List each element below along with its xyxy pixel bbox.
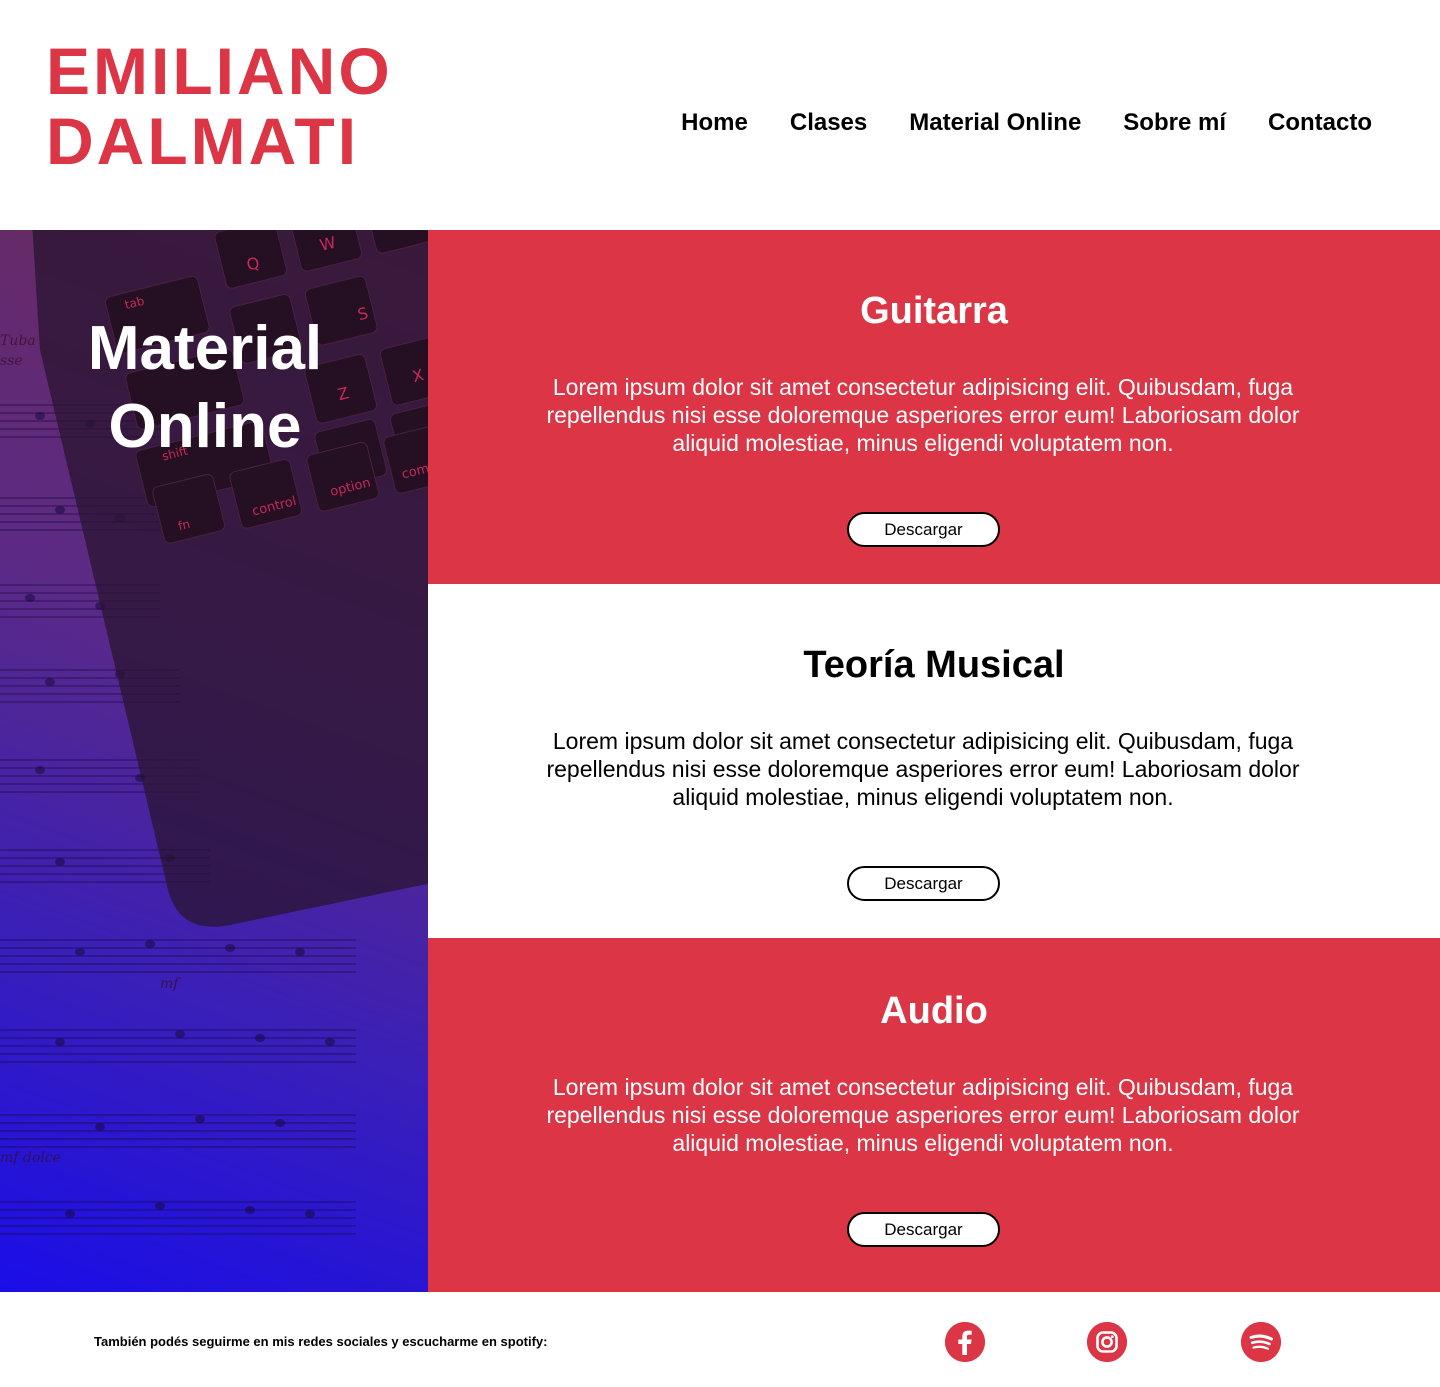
download-button-guitarra[interactable]: Descargar — [847, 512, 1000, 547]
facebook-icon[interactable] — [945, 1322, 985, 1362]
download-button-teoria[interactable]: Descargar — [847, 866, 1000, 901]
svg-text:mf dolce: mf dolce — [0, 1150, 61, 1166]
footer-social-text: También podés seguirme en mis redes soci… — [94, 1334, 548, 1349]
spotify-icon[interactable] — [1241, 1322, 1281, 1362]
nav-material-online[interactable]: Material Online — [909, 106, 1081, 140]
site-logo[interactable]: EMILIANO DALMATI — [46, 36, 393, 176]
logo-line-1: EMILIANO — [46, 34, 393, 108]
nav-contacto[interactable]: Contacto — [1268, 106, 1372, 140]
nav-sobre-mi[interactable]: Sobre mí — [1123, 106, 1226, 140]
svg-text:mf: mf — [160, 976, 181, 992]
section-title: Audio — [880, 990, 988, 1032]
section-title: Teoría Musical — [803, 644, 1065, 686]
nav-clases[interactable]: Clases — [790, 106, 867, 140]
hero-title-line-2: Online — [108, 392, 302, 461]
instagram-icon[interactable] — [1087, 1322, 1127, 1362]
logo-line-2: DALMATI — [46, 104, 360, 178]
section-teoria-musical: Teoría Musical Lorem ipsum dolor sit ame… — [428, 584, 1440, 938]
download-button-audio[interactable]: Descargar — [847, 1212, 1000, 1247]
hero-image-panel: Q W tab S Z X shift fn control option co… — [0, 230, 428, 1292]
section-audio: Audio Lorem ipsum dolor sit amet consect… — [428, 938, 1440, 1292]
site-header: EMILIANO DALMATI Home Clases Material On… — [0, 0, 1440, 230]
section-description: Lorem ipsum dolor sit amet consectetur a… — [546, 1074, 1300, 1156]
section-title: Guitarra — [860, 290, 1008, 332]
site-footer: También podés seguirme en mis redes soci… — [0, 1292, 1440, 1387]
nav-home[interactable]: Home — [681, 106, 748, 140]
main-nav: Home Clases Material Online Sobre mí Con… — [681, 106, 1372, 140]
hero-title: Material Online — [0, 310, 410, 466]
section-description: Lorem ipsum dolor sit amet consectetur a… — [546, 374, 1300, 456]
section-description: Lorem ipsum dolor sit amet consectetur a… — [546, 728, 1300, 810]
hero-title-line-1: Material — [87, 314, 323, 383]
section-guitarra: Guitarra Lorem ipsum dolor sit amet cons… — [428, 230, 1440, 584]
